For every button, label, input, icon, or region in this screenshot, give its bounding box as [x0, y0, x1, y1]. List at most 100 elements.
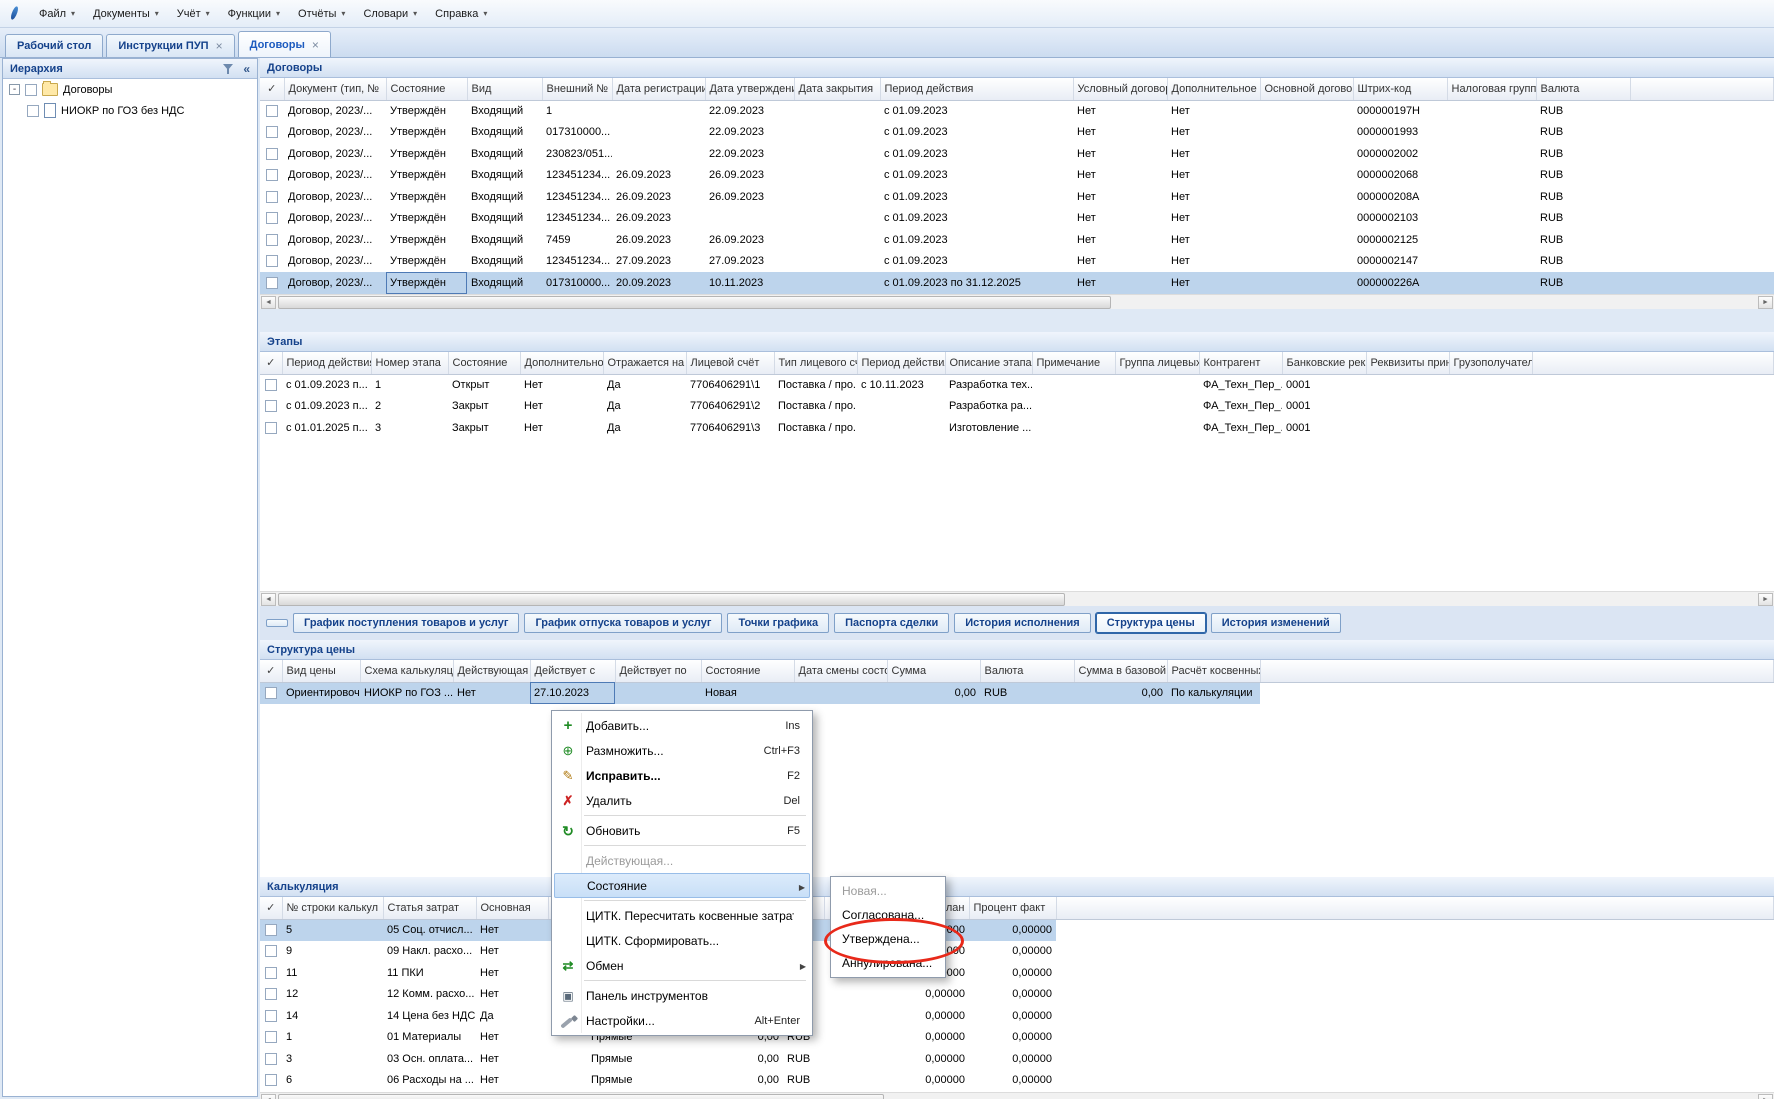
scroll-left-icon[interactable]: ◄: [261, 593, 276, 606]
table-row[interactable]: с 01.01.2025 п...3ЗакрытНетДа7706406291\…: [260, 417, 1774, 439]
column-header[interactable]: Налоговая группа: [1447, 78, 1536, 100]
table-row[interactable]: Договор, 2023/...УтверждёнВходящий745926…: [260, 229, 1774, 251]
scroll-left-icon[interactable]: ◄: [261, 1094, 276, 1099]
menubar-item-help[interactable]: Справка▾: [426, 4, 496, 24]
column-header[interactable]: Номер этапа: [371, 352, 448, 374]
column-header[interactable]: Лицевой счёт: [686, 352, 774, 374]
column-header[interactable]: Состояние: [701, 660, 794, 682]
context-menu-item-citk-recalc[interactable]: ЦИТК. Пересчитать косвенные затраты...: [554, 903, 810, 928]
select-all-header[interactable]: ✓: [260, 897, 282, 919]
menubar-item-file[interactable]: Файл▾: [30, 4, 84, 24]
row-checkbox[interactable]: [265, 988, 277, 1000]
row-checkbox[interactable]: [265, 924, 277, 936]
expander-icon[interactable]: -: [9, 84, 20, 95]
column-header[interactable]: Дата закрытия: [794, 78, 880, 100]
column-header[interactable]: Примечание: [1032, 352, 1115, 374]
table-row[interactable]: 101 МатериалыНетПрямые0,00RUB0,000000,00…: [260, 1027, 1774, 1049]
submenu-item-agreed[interactable]: Согласована...: [833, 903, 943, 927]
table-row[interactable]: Договор, 2023/...УтверждёнВходящий122.09…: [260, 100, 1774, 122]
row-checkbox[interactable]: [266, 234, 278, 246]
submenu-item-approved[interactable]: Утверждена...: [833, 927, 943, 951]
row-checkbox[interactable]: [265, 379, 277, 391]
row-checkbox[interactable]: [266, 148, 278, 160]
column-header[interactable]: Банковские рекви: [1282, 352, 1366, 374]
scroll-thumb[interactable]: [278, 1094, 884, 1099]
column-header[interactable]: Процент факт: [969, 897, 1056, 919]
submenu-item-annulled[interactable]: Аннулирована...: [833, 951, 943, 975]
close-icon[interactable]: ×: [312, 38, 319, 52]
tab-price-structure[interactable]: Структура цены: [1096, 613, 1206, 633]
context-menu-item-add[interactable]: Добавить...Ins: [554, 713, 810, 738]
tab-goods-receipt-schedule[interactable]: График поступления товаров и услуг: [293, 613, 519, 633]
column-header[interactable]: Действует с: [530, 660, 615, 682]
column-header[interactable]: Отражается на су: [603, 352, 686, 374]
tree-node-niokr[interactable]: НИОКР по ГОЗ без НДС: [3, 99, 257, 121]
select-all-header[interactable]: ✓: [260, 78, 284, 100]
column-header[interactable]: Валюта: [1536, 78, 1630, 100]
row-checkbox[interactable]: [266, 126, 278, 138]
column-header[interactable]: Грузополучатель: [1449, 352, 1532, 374]
column-header[interactable]: Статья затрат: [383, 897, 476, 919]
column-header[interactable]: Реквизиты принад: [1366, 352, 1449, 374]
column-header[interactable]: Период действия: [880, 78, 1073, 100]
row-checkbox[interactable]: [266, 212, 278, 224]
scroll-right-icon[interactable]: ►: [1758, 593, 1773, 606]
column-header[interactable]: Расчёт косвенных: [1167, 660, 1260, 682]
column-header[interactable]: Действующая: [453, 660, 530, 682]
column-header[interactable]: Контрагент: [1199, 352, 1282, 374]
row-checkbox[interactable]: [265, 967, 277, 979]
column-header[interactable]: Действует по: [615, 660, 701, 682]
column-header[interactable]: Сумма в базовой в: [1074, 660, 1167, 682]
scroll-right-icon[interactable]: ►: [1758, 296, 1773, 309]
table-row[interactable]: Договор, 2023/...УтверждёнВходящий017310…: [260, 272, 1774, 294]
context-menu-item-duplicate[interactable]: Размножить...Ctrl+F3: [554, 738, 810, 763]
scroll-thumb[interactable]: [278, 296, 1111, 309]
table-row[interactable]: 1212 Комм. расхо...НетПрямые0,00RUB0,000…: [260, 984, 1774, 1006]
tab-schedule-points[interactable]: Точки графика: [727, 613, 829, 633]
context-menu-item-settings[interactable]: Настройки...Alt+Enter: [554, 1008, 810, 1033]
column-header[interactable]: Штрих-код: [1353, 78, 1447, 100]
menubar-item-reports[interactable]: Отчёты▾: [289, 4, 354, 24]
context-menu-item-edit[interactable]: Исправить...F2: [554, 763, 810, 788]
row-checkbox[interactable]: [266, 255, 278, 267]
tab-desktop[interactable]: Рабочий стол: [5, 34, 103, 57]
row-checkbox[interactable]: [265, 400, 277, 412]
select-all-header[interactable]: ✓: [260, 660, 282, 682]
filter-icon[interactable]: [223, 63, 235, 75]
row-checkbox[interactable]: [265, 1053, 277, 1065]
table-row[interactable]: Договор, 2023/...УтверждёнВходящий123451…: [260, 251, 1774, 273]
stages-hscrollbar[interactable]: ◄ ►: [260, 591, 1774, 606]
table-row[interactable]: Договор, 2023/...УтверждёнВходящий123451…: [260, 208, 1774, 230]
column-header[interactable]: Дополнительное с: [1167, 78, 1260, 100]
close-icon[interactable]: ×: [216, 39, 223, 53]
table-row[interactable]: 1111 ПКИНетПрямые0,00RUB0,000000,00000: [260, 962, 1774, 984]
column-header[interactable]: Внешний №: [542, 78, 612, 100]
table-row[interactable]: 505 Соц. отчисл...НетПрямые0,00RUB0,0000…: [260, 919, 1774, 941]
tab-payment-schedule[interactable]: [266, 619, 288, 627]
column-header[interactable]: Состояние: [386, 78, 467, 100]
column-header[interactable]: Дата смены состо: [794, 660, 887, 682]
table-row[interactable]: 1414 Цена без НДСДаПрямые0,00RUB0,000000…: [260, 1005, 1774, 1027]
tab-change-history[interactable]: История изменений: [1211, 613, 1341, 633]
table-row[interactable]: с 01.09.2023 п...2ЗакрытНетДа7706406291\…: [260, 396, 1774, 418]
menubar-item-dictionaries[interactable]: Словари▾: [354, 4, 426, 24]
row-checkbox[interactable]: [266, 169, 278, 181]
menubar-item-functions[interactable]: Функции▾: [219, 4, 289, 24]
scroll-left-icon[interactable]: ◄: [261, 296, 276, 309]
table-row[interactable]: Ориентировоч...НИОКР по ГОЗ ...Нет27.10.…: [260, 682, 1774, 704]
row-checkbox[interactable]: [265, 1074, 277, 1086]
context-menu-item-toolbar-panel[interactable]: Панель инструментов: [554, 983, 810, 1008]
menubar-item-documents[interactable]: Документы▾: [84, 4, 168, 24]
context-menu-item-state[interactable]: Состояние▶: [554, 873, 810, 898]
collapse-panel-icon[interactable]: «: [243, 62, 250, 76]
checkbox[interactable]: [27, 105, 39, 117]
calc-hscrollbar[interactable]: ◄ ►: [260, 1092, 1774, 1099]
row-checkbox[interactable]: [265, 1010, 277, 1022]
table-row[interactable]: 909 Накл. расхо...НетПрямые0,00RUB0,0000…: [260, 941, 1774, 963]
column-header[interactable]: Валюта: [980, 660, 1074, 682]
column-header[interactable]: Основной договор: [1260, 78, 1353, 100]
column-header[interactable]: Дата утверждения: [705, 78, 794, 100]
contracts-hscrollbar[interactable]: ◄ ►: [260, 294, 1774, 309]
row-checkbox[interactable]: [266, 191, 278, 203]
column-header[interactable]: Дата регистрации: [612, 78, 705, 100]
